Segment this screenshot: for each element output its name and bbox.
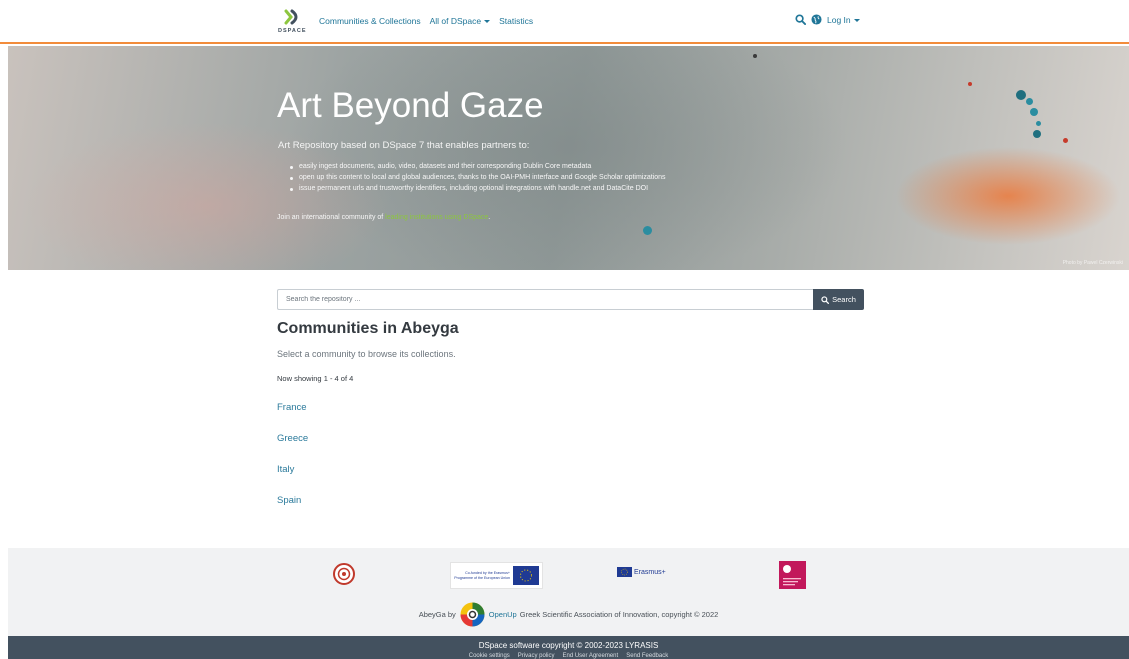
decorative-paint-dot [1033, 130, 1041, 138]
photo-credit: Photo by Pawel Czerwinski [1062, 260, 1123, 266]
community-link-greece[interactable]: Greece [277, 433, 308, 444]
decorative-paint-dot [1036, 121, 1041, 126]
eu-cofunded-text: Co-funded by the Erasmus+ Programme of t… [454, 571, 510, 580]
send-feedback-link[interactable]: Send Feedback [626, 653, 668, 659]
community-link-france[interactable]: France [277, 402, 307, 413]
dspace-copyright: DSpace software copyright © 2002-2023 LY… [478, 641, 659, 650]
banner-title: Art Beyond Gaze [277, 86, 544, 125]
chevron-down-icon [853, 18, 860, 22]
site-header: DSPACE Communities & Collections All of … [0, 0, 1129, 44]
home-banner: Art Beyond Gaze Art Repository based on … [8, 46, 1129, 270]
openup-logo-icon[interactable] [459, 601, 486, 628]
login-label: Log In [827, 14, 851, 25]
search-button[interactable]: Search [813, 289, 864, 310]
openup-link[interactable]: OpenUp [489, 610, 517, 619]
decorative-paint-dot [1026, 98, 1033, 105]
community-link-spain[interactable]: Spain [277, 495, 301, 506]
globe-icon[interactable] [811, 14, 822, 25]
erasmus-logo[interactable]: Erasmus+ [617, 567, 666, 577]
footer-credit-prefix: AbeyGa by [418, 610, 456, 619]
eu-cofunded-logo[interactable]: Co-funded by the Erasmus+ Programme of t… [450, 562, 543, 589]
banner-join-suffix: . [488, 214, 491, 221]
nav-communities-collections[interactable]: Communities & Collections [319, 16, 421, 26]
nav-all-of-dspace-label: All of DSpace [429, 16, 482, 26]
partner-seal-logo[interactable] [333, 563, 355, 585]
chevron-down-icon [484, 20, 491, 23]
banner-subtitle: Art Repository based on DSpace 7 that en… [278, 140, 530, 151]
search-button-label: Search [832, 295, 856, 304]
banner-feature-item: issue permanent urls and trustworthy ide… [290, 185, 666, 192]
logo-wordmark: DSPACE [278, 28, 307, 34]
privacy-policy-link[interactable]: Privacy policy [518, 653, 555, 659]
community-link-italy[interactable]: Italy [277, 464, 294, 475]
dspace-logo[interactable]: DSPACE [278, 9, 306, 37]
communities-title: Communities in Abeyga [277, 320, 459, 337]
login-button[interactable]: Log In [827, 15, 860, 25]
repository-search: Search [277, 289, 864, 310]
footer-credit: AbeyGa by OpenUp Greek Scientific Associ… [8, 601, 1129, 628]
nav-statistics[interactable]: Statistics [499, 16, 533, 26]
banner-feature-item: open up this content to local and global… [290, 174, 666, 181]
footer-bottom-bar: DSpace software copyright © 2002-2023 LY… [8, 636, 1129, 659]
decorative-paint-dot [1016, 90, 1026, 100]
banner-join-text: Join an international community of leadi… [277, 214, 490, 221]
leading-institutions-link[interactable]: leading institutions using DSpace [385, 214, 488, 221]
decorative-paint-dot [1030, 108, 1038, 116]
communities-description: Select a community to browse its collect… [277, 349, 456, 359]
banner-feature-item: easily ingest documents, audio, video, d… [290, 163, 666, 170]
banner-feature-list: easily ingest documents, audio, video, d… [290, 163, 666, 196]
search-icon[interactable] [795, 14, 806, 25]
end-user-agreement-link[interactable]: End User Agreement [562, 653, 618, 659]
dspace-logo-icon [284, 9, 298, 25]
header-tools: Log In [795, 14, 860, 25]
partner-square-logo[interactable] [779, 561, 806, 589]
search-icon [821, 295, 830, 304]
footer-links: Cookie settings Privacy policy End User … [8, 653, 1129, 659]
erasmus-text: Erasmus+ [634, 568, 666, 576]
nav-all-of-dspace[interactable]: All of DSpace [430, 16, 491, 26]
banner-join-prefix: Join an international community of [277, 214, 386, 221]
search-input[interactable] [277, 289, 813, 310]
eu-flag-icon [513, 566, 539, 585]
cookie-settings-link[interactable]: Cookie settings [469, 653, 510, 659]
decorative-paint-dot [753, 54, 757, 58]
main-nav: Communities & Collections All of DSpace … [319, 16, 533, 26]
decorative-paint-dot [968, 82, 972, 86]
decorative-paint-dot [1063, 138, 1068, 143]
decorative-paint-dot [643, 226, 652, 235]
results-count: Now showing 1 - 4 of 4 [277, 374, 354, 383]
footer-credit-suffix: Greek Scientific Association of Innovati… [519, 610, 719, 619]
footer-sponsors: Co-funded by the Erasmus+ Programme of t… [8, 548, 1129, 636]
eu-flag-icon [617, 567, 632, 577]
